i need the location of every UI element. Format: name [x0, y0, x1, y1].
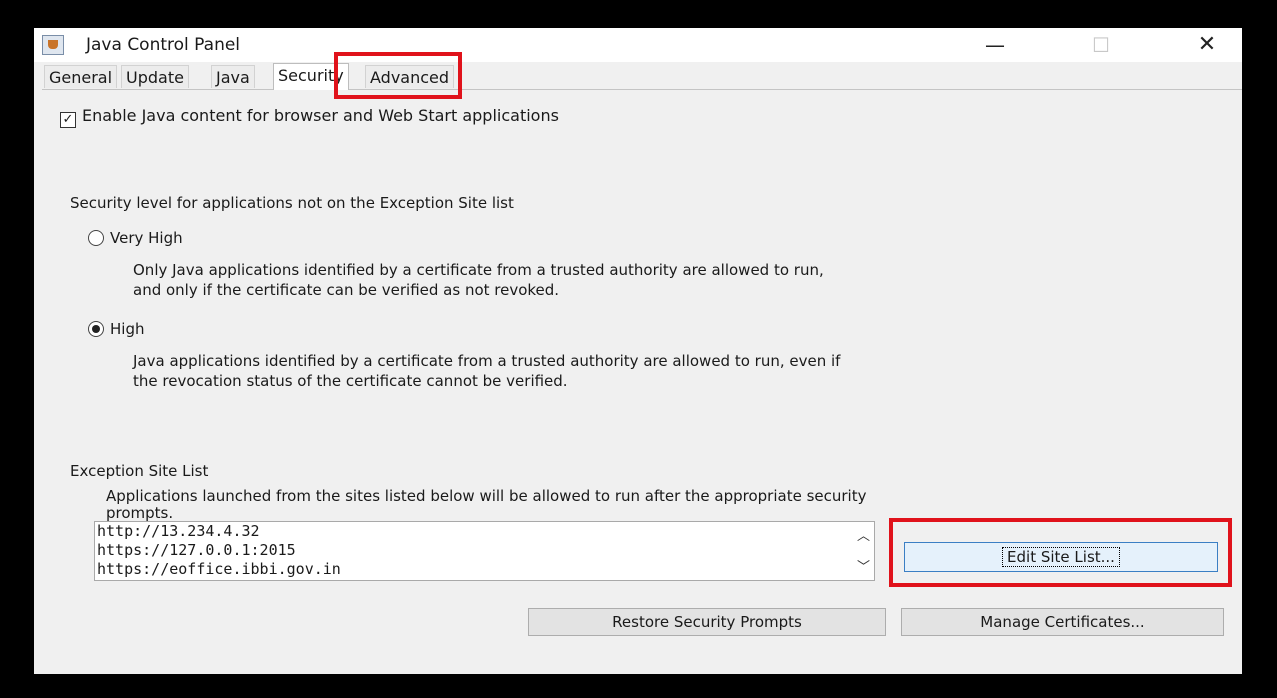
- security-tab-highlight: [334, 52, 462, 99]
- high-label: High: [110, 320, 145, 338]
- manage-certificates-button[interactable]: Manage Certificates...: [901, 608, 1224, 636]
- exception-site-list-description: Applications launched from the sites lis…: [106, 486, 1236, 521]
- scroll-up-icon[interactable]: ︿: [857, 525, 870, 544]
- exception-site-list-heading: Exception Site List: [70, 462, 209, 480]
- enable-java-label: Enable Java content for browser and Web …: [82, 106, 559, 125]
- tab-bar: General Update Java Security Advanced: [42, 63, 1242, 90]
- java-app-icon: [42, 35, 64, 55]
- tab-general[interactable]: General: [44, 65, 118, 88]
- security-level-heading: Security level for applications not on t…: [70, 194, 514, 212]
- high-option[interactable]: High: [88, 320, 144, 338]
- high-description: Java applications identified by a certif…: [133, 351, 840, 391]
- very-high-description-line: and only if the certificate can be verif…: [133, 281, 560, 299]
- tab-java[interactable]: Java: [211, 65, 255, 88]
- high-description-line: Java applications identified by a certif…: [133, 352, 841, 370]
- very-high-description-line: Only Java applications identified by a c…: [133, 261, 824, 279]
- minimize-button[interactable]: —: [972, 30, 1018, 60]
- restore-security-prompts-button[interactable]: Restore Security Prompts: [528, 608, 886, 636]
- edit-site-list-highlight: [889, 518, 1232, 587]
- high-radio[interactable]: [88, 321, 104, 337]
- very-high-description: Only Java applications identified by a c…: [133, 260, 824, 300]
- scroll-down-icon[interactable]: ﹀: [857, 556, 870, 575]
- window-title: Java Control Panel: [86, 35, 241, 55]
- exception-site-list[interactable]: http://13.234.4.32 https://127.0.0.1:201…: [94, 521, 875, 581]
- high-description-line: the revocation status of the certificate…: [133, 372, 568, 390]
- java-control-panel-window: Java Control Panel — ☐ ✕ General Update …: [34, 28, 1242, 674]
- site-list-item[interactable]: https://eoffice.ibbi.gov.in: [95, 560, 874, 579]
- enable-java-row[interactable]: ✓ Enable Java content for browser and Web…: [60, 106, 559, 128]
- site-list-item[interactable]: https://127.0.0.1:2015: [95, 541, 874, 560]
- tab-update[interactable]: Update: [121, 65, 189, 88]
- close-button[interactable]: ✕: [1184, 30, 1230, 60]
- maximize-button[interactable]: ☐: [1078, 30, 1124, 60]
- site-list-scrollbar[interactable]: ︿ ﹀: [854, 522, 874, 580]
- very-high-radio[interactable]: [88, 230, 104, 246]
- exception-description-line: Applications launched from the sites lis…: [106, 487, 867, 505]
- very-high-label: Very High: [110, 229, 183, 247]
- site-list-item[interactable]: http://13.234.4.32: [95, 522, 874, 541]
- title-bar: Java Control Panel — ☐ ✕: [34, 28, 1242, 62]
- enable-java-checkbox[interactable]: ✓: [60, 112, 76, 128]
- very-high-option[interactable]: Very High: [88, 229, 183, 247]
